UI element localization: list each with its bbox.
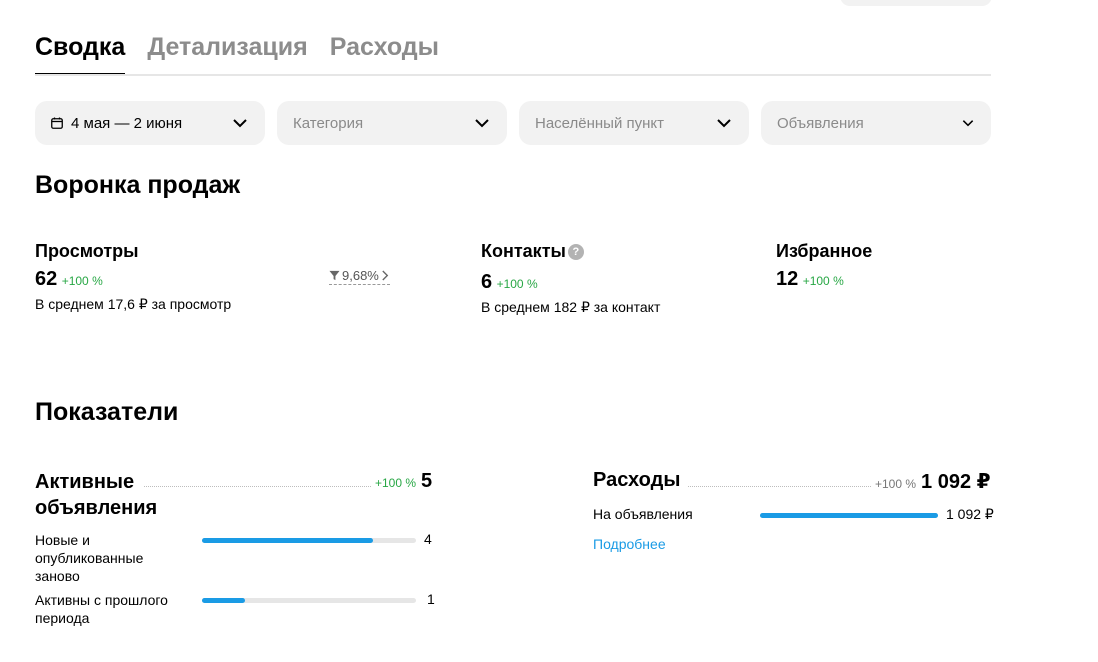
date-range-filter[interactable]: 4 мая — 2 июня bbox=[35, 101, 265, 145]
active-ads-row-label: Новые и опубликованные заново bbox=[35, 532, 144, 584]
active-ads-value: 5 bbox=[421, 470, 433, 492]
chevron-down-icon bbox=[962, 120, 974, 127]
expenses-value-row: +100 % 1 092 ₽ bbox=[875, 469, 991, 494]
help-icon[interactable]: ? bbox=[567, 244, 584, 260]
funnel-title: Воронка продаж bbox=[35, 171, 241, 199]
ads-filter[interactable]: Объявления bbox=[761, 101, 991, 145]
contacts-value: 6 bbox=[481, 271, 493, 293]
contacts-change: +100 % bbox=[496, 277, 538, 291]
progress-fill bbox=[202, 598, 245, 603]
views-change: +100 % bbox=[61, 274, 103, 288]
views-value-row: 62 +100 % bbox=[35, 268, 103, 291]
indicators-title: Показатели bbox=[35, 398, 179, 426]
progress-fill bbox=[760, 513, 938, 518]
leader-dots bbox=[688, 486, 871, 487]
active-ads-value-row: +100 % 5 bbox=[375, 470, 432, 493]
top-control[interactable] bbox=[840, 0, 992, 6]
date-range-label: 4 мая — 2 июня bbox=[71, 114, 183, 132]
views-value: 62 bbox=[35, 268, 58, 290]
views-average: В среднем 17,6 ₽ за просмотр bbox=[35, 296, 232, 312]
expenses-change: +100 % bbox=[875, 477, 917, 491]
active-ads-row-value: 4 bbox=[424, 531, 432, 547]
expenses-row-value: 1 092 ₽ bbox=[946, 506, 994, 522]
active-ads-label-line2: объявления bbox=[35, 497, 158, 519]
calendar-icon bbox=[51, 117, 63, 129]
tab-summary[interactable]: Сводка bbox=[35, 32, 126, 76]
contacts-label: Контакты bbox=[481, 241, 566, 261]
ads-placeholder: Объявления bbox=[777, 114, 864, 132]
tab-bar: Сводка Детализация Расходы bbox=[35, 32, 439, 76]
favorites-value-row: 12 +100 % bbox=[776, 268, 844, 291]
city-filter[interactable]: Населённый пункт bbox=[519, 101, 749, 145]
progress-bar bbox=[202, 598, 416, 603]
chevron-down-icon bbox=[233, 119, 247, 128]
city-placeholder: Населённый пункт bbox=[535, 114, 665, 132]
expenses-value: 1 092 ₽ bbox=[921, 471, 991, 493]
conversion-value: 9,68% bbox=[342, 268, 379, 283]
tabs-divider bbox=[35, 74, 991, 76]
active-ads-row-label: Активны с прошлого периода bbox=[35, 592, 168, 626]
progress-bar bbox=[202, 538, 416, 543]
filter-funnel-icon bbox=[329, 270, 340, 281]
tab-expenses[interactable]: Расходы bbox=[330, 32, 439, 76]
favorites-label: Избранное bbox=[776, 241, 873, 261]
active-ads-label: Активные объявления bbox=[35, 469, 157, 521]
chevron-down-icon bbox=[717, 119, 731, 128]
progress-bar bbox=[760, 513, 938, 518]
contacts-label-row: Контакты? bbox=[481, 241, 584, 262]
expenses-label: Расходы bbox=[593, 469, 681, 491]
more-link[interactable]: Подробнее bbox=[593, 536, 666, 552]
favorites-value: 12 bbox=[776, 268, 799, 290]
active-ads-change: +100 % bbox=[375, 476, 417, 490]
leader-dots bbox=[144, 486, 371, 487]
contacts-value-row: 6 +100 % bbox=[481, 271, 538, 294]
conversion-rate[interactable]: 9,68% bbox=[329, 268, 390, 285]
views-label: Просмотры bbox=[35, 241, 139, 261]
active-ads-row-value: 1 bbox=[427, 591, 435, 607]
category-placeholder: Категория bbox=[293, 114, 364, 132]
chevron-down-icon bbox=[475, 119, 489, 128]
active-ads-label-line1: Активные bbox=[35, 471, 135, 493]
tab-details[interactable]: Детализация bbox=[147, 32, 307, 76]
favorites-change: +100 % bbox=[802, 274, 844, 288]
chevron-right-icon bbox=[382, 270, 389, 281]
category-filter[interactable]: Категория bbox=[277, 101, 507, 145]
contacts-average: В среднем 182 ₽ за контакт bbox=[481, 299, 661, 315]
expenses-row-label: На объявления bbox=[593, 506, 693, 522]
progress-fill bbox=[202, 538, 374, 543]
